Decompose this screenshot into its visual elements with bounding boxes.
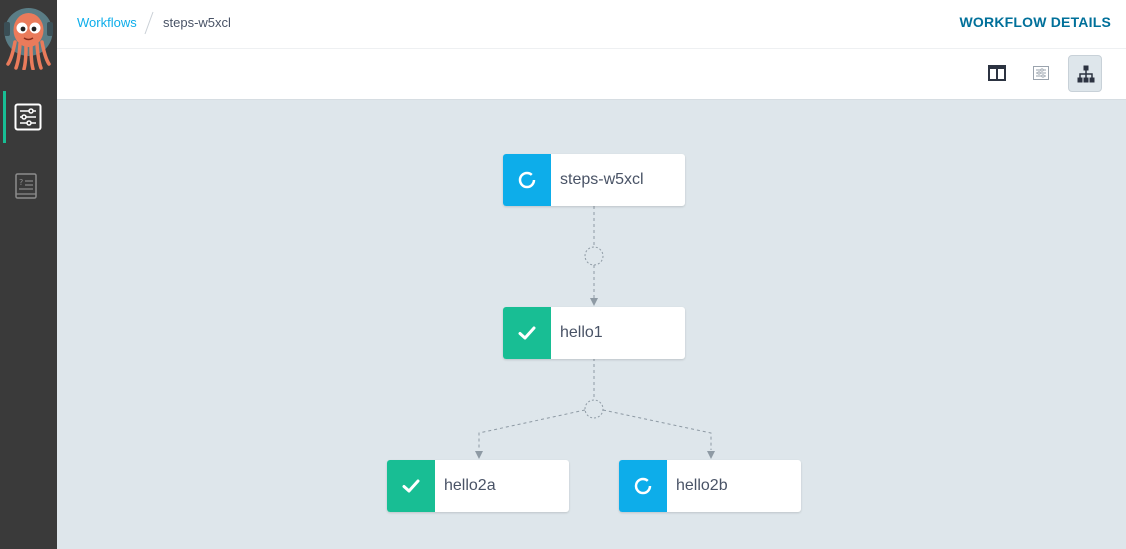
- node-label: hello1: [560, 324, 603, 341]
- sidebar-item-workflows[interactable]: [0, 91, 57, 143]
- list-view-button[interactable]: [1024, 55, 1058, 92]
- status-succeeded: [387, 460, 435, 512]
- page-title: WORKFLOW DETAILS: [959, 14, 1111, 30]
- graph-node-hello2b[interactable]: hello2b: [619, 460, 801, 512]
- status-running: [619, 460, 667, 512]
- breadcrumb-workflows-link[interactable]: Workflows: [77, 15, 137, 30]
- status-running: [503, 154, 551, 206]
- tree-view-icon: [1077, 65, 1095, 83]
- tree-view-button[interactable]: [1068, 55, 1102, 92]
- argo-logo[interactable]: [4, 6, 53, 71]
- running-spinner-icon: [518, 171, 536, 189]
- sidebar-item-help[interactable]: ?: [0, 160, 57, 212]
- checkmark-icon: [518, 326, 536, 340]
- node-label: steps-w5xcl: [560, 171, 644, 188]
- workflows-icon: [14, 103, 42, 131]
- graph-node-hello2a[interactable]: hello2a: [387, 460, 569, 512]
- edge-arrow: [475, 451, 483, 459]
- node-label: hello2b: [676, 477, 728, 494]
- node-label: hello2a: [444, 477, 496, 494]
- edge-arrow: [707, 451, 715, 459]
- breadcrumb-separator: [144, 11, 154, 35]
- graph-node-steps-w5xcl[interactable]: steps-w5xcl: [503, 154, 685, 206]
- sidebar: ?: [0, 0, 57, 549]
- toolbar: [57, 49, 1126, 100]
- step-group-node: [584, 399, 604, 419]
- split-view-button[interactable]: [980, 55, 1014, 92]
- list-view-icon: [1033, 66, 1049, 80]
- top-bar: Workflows steps-w5xcl WORKFLOW DETAILS: [57, 0, 1126, 49]
- workflow-graph: steps-w5xcl hello1 hello2a hello2b: [57, 100, 1126, 549]
- running-spinner-icon: [634, 477, 652, 495]
- split-view-icon: [988, 65, 1006, 81]
- graph-node-hello1[interactable]: hello1: [503, 307, 685, 359]
- edge-arrow: [590, 298, 598, 306]
- checkmark-icon: [402, 479, 420, 493]
- help-book-icon: ?: [15, 173, 37, 199]
- breadcrumb-current: steps-w5xcl: [163, 15, 231, 30]
- status-succeeded: [503, 307, 551, 359]
- svg-text:?: ?: [19, 178, 23, 187]
- step-group-node: [584, 246, 604, 266]
